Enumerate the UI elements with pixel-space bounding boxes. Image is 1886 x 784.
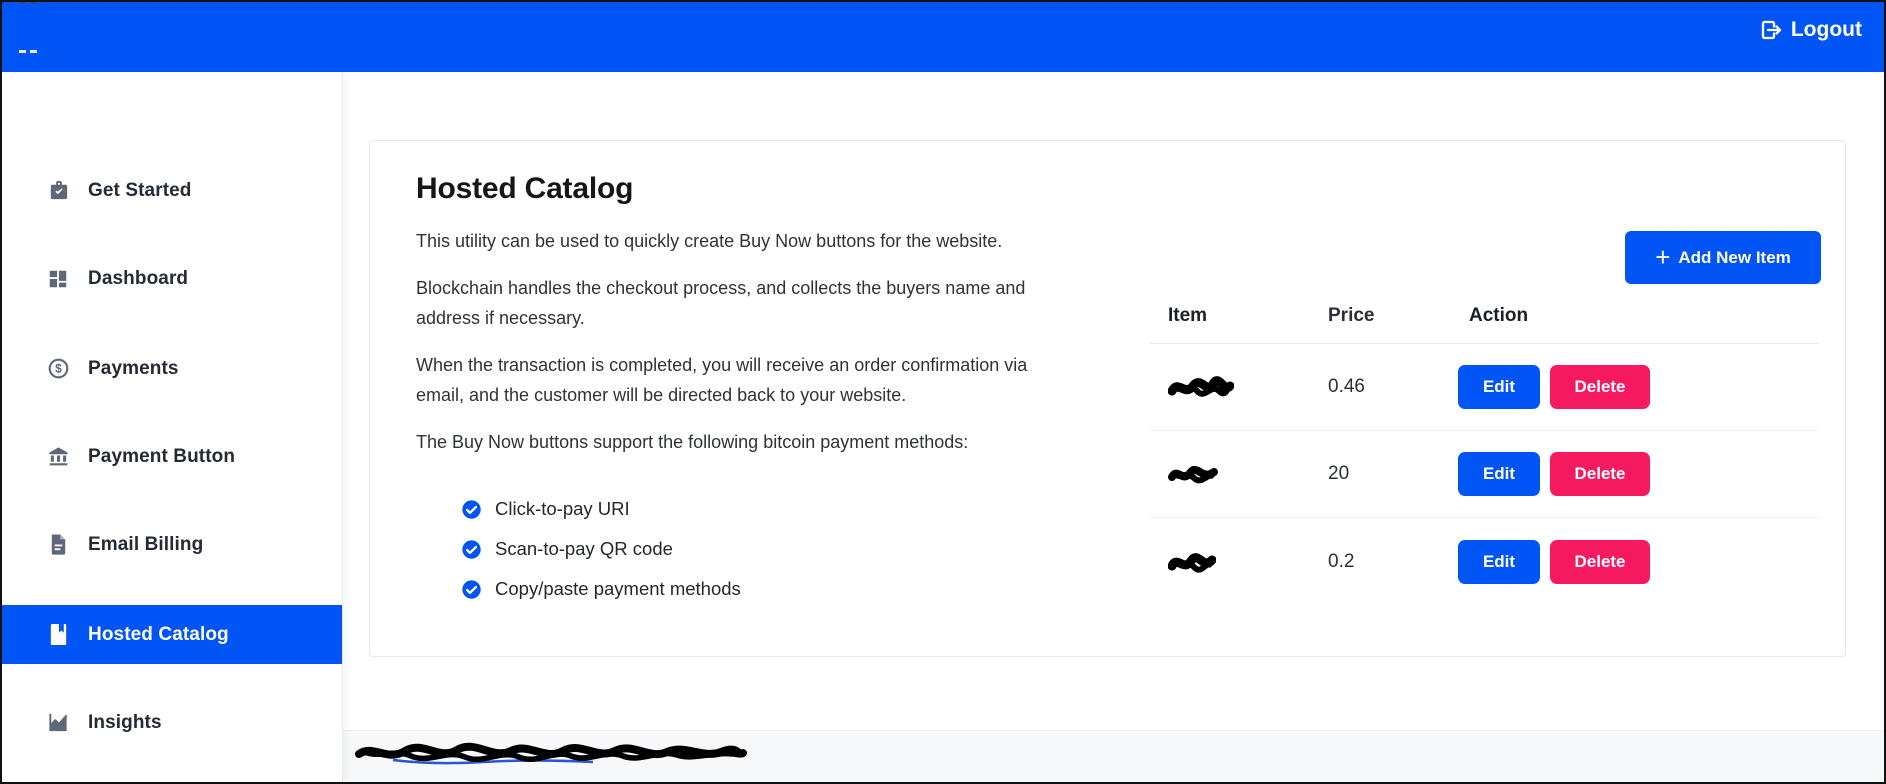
hosted-catalog-card: Hosted Catalog This utility can be used … <box>369 140 1846 657</box>
sidebar-item-get-started[interactable]: Get Started <box>2 161 342 220</box>
plus-icon: + <box>1655 244 1670 270</box>
chart-icon <box>46 711 70 735</box>
sidebar-item-payment-button[interactable]: Payment Button <box>2 427 342 486</box>
confirmation-paragraph: When the transaction is completed, you w… <box>416 350 1046 410</box>
row-actions: Edit Delete <box>1446 540 1819 584</box>
row-actions: Edit Delete <box>1446 365 1819 409</box>
delete-button[interactable]: Delete <box>1550 452 1650 496</box>
checkout-paragraph: Blockchain handles the checkout process,… <box>416 273 1046 333</box>
sidebar-item-dashboard[interactable]: Dashboard <box>2 249 342 308</box>
menu-dash <box>19 50 26 53</box>
table-row: 20 Edit Delete <box>1150 431 1819 518</box>
list-item: Click-to-pay URI <box>461 489 1046 529</box>
delete-button[interactable]: Delete <box>1550 540 1650 584</box>
feature-label: Scan-to-pay QR code <box>495 538 673 560</box>
page-title: Hosted Catalog <box>416 169 1046 209</box>
menu-dash <box>30 0 37 3</box>
item-price: 0.46 <box>1310 376 1446 398</box>
briefcase-check-icon <box>46 179 70 203</box>
list-item: Copy/paste payment methods <box>461 569 1046 609</box>
sidebar-item-email-billing[interactable]: Email Billing <box>2 515 342 574</box>
main-content: Hosted Catalog This utility can be used … <box>343 72 1884 782</box>
column-header-price: Price <box>1310 305 1446 327</box>
column-header-action-label: Action <box>1469 305 1528 327</box>
check-circle-icon <box>461 499 482 520</box>
redacted-copyright-text <box>353 740 749 766</box>
grid-icon <box>46 267 70 291</box>
check-circle-icon <box>461 539 482 560</box>
column-header-item: Item <box>1150 305 1310 327</box>
item-name-redacted <box>1150 374 1310 401</box>
bank-icon <box>46 445 70 469</box>
add-new-item-label: Add New Item <box>1678 248 1790 268</box>
table-header-row: Item Price Action <box>1150 289 1819 344</box>
intro-paragraph: This utility can be used to quickly crea… <box>416 226 1046 256</box>
svg-text:$: $ <box>55 362 62 376</box>
row-actions: Edit Delete <box>1446 452 1819 496</box>
redaction-scribble <box>1168 461 1218 487</box>
feature-label: Click-to-pay URI <box>495 498 630 520</box>
payment-methods-list: Click-to-pay URI Scan-to-pay QR code Cop… <box>461 489 1046 609</box>
edit-button[interactable]: Edit <box>1458 365 1540 409</box>
edit-button[interactable]: Edit <box>1458 452 1540 496</box>
sidebar-item-label: Email Billing <box>88 534 203 556</box>
redaction-scribble <box>1168 374 1234 401</box>
add-new-item-button[interactable]: + Add New Item <box>1625 231 1821 284</box>
column-header-action: Action <box>1446 305 1819 327</box>
table-row: 0.46 Edit Delete <box>1150 344 1819 431</box>
sidebar-item-label: Payments <box>88 358 179 380</box>
intro-text-column: Hosted Catalog This utility can be used … <box>416 169 1046 609</box>
item-price: 20 <box>1310 463 1446 485</box>
menu-dash <box>19 0 26 3</box>
item-name-redacted <box>1150 548 1310 576</box>
sidebar-item-payments[interactable]: $ Payments <box>2 339 342 398</box>
sidebar-item-insights[interactable]: Insights <box>2 693 342 752</box>
page-footer <box>343 730 1884 782</box>
app-window: Logout Get Started Dashboard $ Payments <box>0 0 1886 784</box>
redaction-scribble <box>1168 548 1216 576</box>
top-navbar: Logout <box>2 2 1884 72</box>
sidebar-item-label: Hosted Catalog <box>88 624 229 646</box>
file-text-icon <box>46 533 70 557</box>
item-price: 0.2 <box>1310 551 1446 573</box>
sidebar-item-label: Insights <box>88 712 162 734</box>
feature-label: Copy/paste payment methods <box>495 578 741 600</box>
table-row: 0.2 Edit Delete <box>1150 518 1819 605</box>
menu-icon[interactable] <box>19 0 41 58</box>
sidebar-item-hosted-catalog[interactable]: Hosted Catalog <box>2 605 342 664</box>
sidebar-item-label: Payment Button <box>88 446 235 468</box>
logout-button[interactable]: Logout <box>1759 18 1862 42</box>
box-arrow-right-icon <box>1759 18 1783 42</box>
sidebar-item-label: Get Started <box>88 180 192 202</box>
catalog-table: Item Price Action 0.46 Edit Delete <box>1150 289 1819 605</box>
edit-button[interactable]: Edit <box>1458 540 1540 584</box>
methods-paragraph: The Buy Now buttons support the followin… <box>416 427 1046 457</box>
item-name-redacted <box>1150 461 1310 487</box>
delete-button[interactable]: Delete <box>1550 365 1650 409</box>
sidebar-item-label: Dashboard <box>88 268 188 290</box>
check-circle-icon <box>461 579 482 600</box>
menu-dash <box>30 50 37 53</box>
logout-label: Logout <box>1791 18 1862 42</box>
dollar-circle-icon: $ <box>46 357 70 381</box>
list-item: Scan-to-pay QR code <box>461 529 1046 569</box>
sidebar: Get Started Dashboard $ Payments Payment… <box>2 72 343 782</box>
journal-bookmark-icon <box>46 623 70 647</box>
